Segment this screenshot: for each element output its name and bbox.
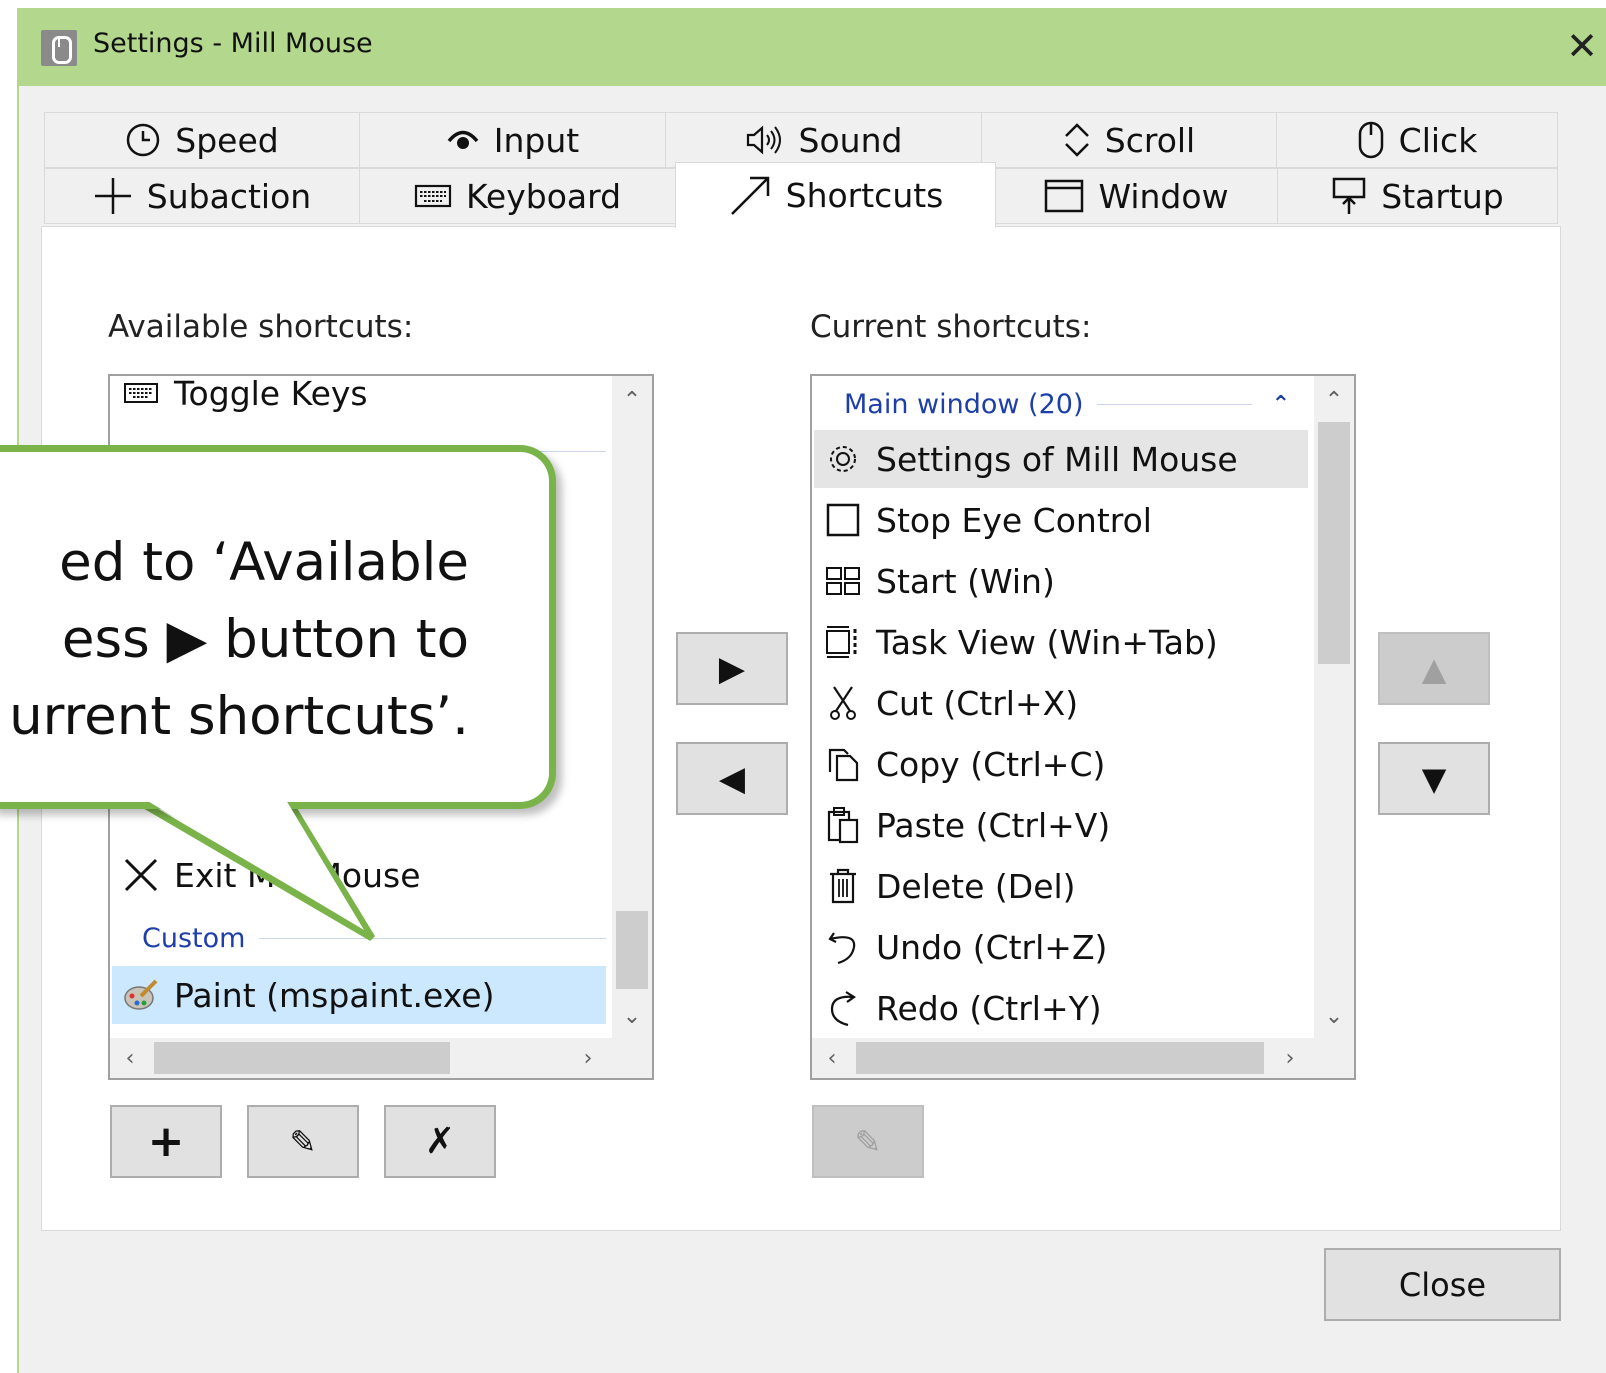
list-item[interactable]: Start (Win)	[814, 552, 1308, 610]
chevron-left-icon[interactable]: ‹	[812, 1038, 852, 1078]
tab-click[interactable]: Click	[1276, 112, 1558, 168]
move-right-button[interactable]: ▶	[676, 632, 788, 705]
tab-sound[interactable]: Sound	[665, 112, 982, 168]
list-item[interactable]: Task View (Win+Tab)	[814, 613, 1308, 671]
list-item[interactable]: Toggle Keys	[112, 376, 608, 422]
available-shortcuts-label: Available shortcuts:	[108, 309, 414, 345]
group-header-custom: Custom	[142, 918, 606, 958]
list-item[interactable]: Cut (Ctrl+X)	[814, 674, 1308, 732]
list-item[interactable]: Exit Mill Mouse	[112, 846, 608, 904]
callout-line-3: urrent shortcuts’.	[9, 686, 469, 747]
tab-sound-label: Sound	[798, 120, 903, 160]
callout-line-1: ed to ‘Available	[59, 532, 469, 593]
window-title: Settings - Mill Mouse	[93, 28, 373, 59]
add-shortcut-button[interactable]: +	[110, 1105, 222, 1178]
current-vertical-scrollbar[interactable]: ⌃ ⌄	[1314, 376, 1354, 1040]
tutorial-callout: ed to ‘Available ess ▶ button to urrent …	[0, 445, 556, 809]
start-grid-icon	[822, 566, 864, 596]
tab-scroll-label: Scroll	[1104, 120, 1196, 160]
paste-icon	[822, 806, 864, 844]
callout-line-2: ess ▶ button to	[61, 609, 469, 670]
undo-icon	[822, 929, 864, 965]
tab-speed-label: Speed	[175, 120, 279, 160]
keyboard-icon	[414, 184, 452, 208]
scroll-thumb[interactable]	[1318, 422, 1350, 664]
task-view-icon	[822, 625, 864, 659]
tab-window[interactable]: Window	[995, 168, 1278, 224]
available-vertical-scrollbar[interactable]: ⌃ ⌄	[612, 376, 652, 1040]
startup-icon	[1331, 176, 1367, 216]
keyboard-icon	[120, 382, 162, 404]
scrollbar-corner	[612, 1038, 652, 1078]
current-shortcuts-list[interactable]: Main window (20) ⌃ Settings of Mill Mous…	[810, 374, 1356, 1080]
redo-icon	[822, 989, 864, 1027]
move-down-button[interactable]: ▼	[1378, 742, 1490, 815]
list-item[interactable]: Delete (Del)	[814, 857, 1308, 915]
eye-icon	[446, 126, 480, 154]
tab-speed[interactable]: Speed	[44, 112, 360, 168]
square-icon	[822, 503, 864, 537]
window-close-icon[interactable]: ✕	[1562, 26, 1602, 66]
trash-icon	[822, 867, 864, 905]
list-item[interactable]: Redo (Ctrl+Y)	[814, 979, 1308, 1037]
move-left-button[interactable]: ◀	[676, 742, 788, 815]
chevron-left-icon[interactable]: ‹	[110, 1038, 150, 1078]
tab-click-label: Click	[1398, 120, 1478, 160]
current-shortcuts-label: Current shortcuts:	[810, 309, 1092, 345]
tab-startup[interactable]: Startup	[1277, 168, 1558, 224]
close-icon	[120, 857, 162, 893]
move-up-button[interactable]: ▲	[1378, 632, 1490, 705]
arrow-diagonal-icon	[728, 174, 772, 218]
window-icon	[1044, 179, 1084, 213]
scissors-icon	[822, 685, 864, 721]
list-item-selected[interactable]: Settings of Mill Mouse	[814, 430, 1308, 488]
collapse-chevron-icon[interactable]: ⌃	[1272, 392, 1290, 417]
copy-icon	[822, 746, 864, 782]
tab-input-label: Input	[493, 120, 580, 160]
mouse-app-icon	[41, 30, 77, 66]
tab-subaction-label: Subaction	[146, 176, 312, 216]
gear-icon	[822, 441, 864, 477]
title-bar[interactable]: Settings - Mill Mouse ✕	[19, 8, 1606, 86]
speaker-icon	[745, 124, 785, 156]
list-item[interactable]: Undo (Ctrl+Z)	[814, 918, 1308, 976]
available-horizontal-scrollbar[interactable]: ‹ ›	[110, 1038, 612, 1078]
list-item-selected[interactable]: Paint (mspaint.exe)	[112, 966, 606, 1024]
tab-shortcuts-label: Shortcuts	[785, 176, 944, 215]
tab-keyboard-label: Keyboard	[465, 176, 622, 216]
tab-subaction[interactable]: Subaction	[44, 168, 360, 224]
chevron-up-icon[interactable]: ⌃	[1314, 380, 1354, 420]
chevron-down-icon[interactable]: ⌄	[1314, 996, 1354, 1036]
plus-icon	[93, 176, 133, 216]
scroll-thumb[interactable]	[154, 1042, 450, 1074]
mouse-icon	[1357, 121, 1385, 159]
chevron-right-icon[interactable]: ›	[568, 1038, 608, 1078]
chevron-down-icon[interactable]: ⌄	[612, 996, 652, 1036]
callout-text: ed to ‘Available ess ▶ button to urrent …	[0, 524, 539, 755]
group-header-main-window[interactable]: Main window (20) ⌃	[844, 384, 1308, 424]
scroll-thumb[interactable]	[856, 1042, 1264, 1074]
tab-keyboard[interactable]: Keyboard	[359, 168, 676, 224]
chevron-right-icon[interactable]: ›	[1270, 1038, 1310, 1078]
clock-icon	[125, 122, 161, 158]
tab-window-label: Window	[1098, 176, 1229, 216]
chevron-up-icon[interactable]: ⌃	[612, 380, 652, 420]
list-item[interactable]: Stop Eye Control	[814, 491, 1308, 549]
current-horizontal-scrollbar[interactable]: ‹ ›	[812, 1038, 1314, 1078]
tab-strip: Speed Input Sound Scroll Click Subaction…	[44, 112, 1599, 232]
close-button[interactable]: Close	[1324, 1248, 1561, 1321]
scroll-arrows-icon	[1063, 122, 1091, 158]
list-item[interactable]: Copy (Ctrl+C)	[814, 735, 1308, 793]
list-item[interactable]: Paste (Ctrl+V)	[814, 796, 1308, 854]
edit-shortcut-button[interactable]: ✎	[247, 1105, 359, 1178]
edit-current-shortcut-button[interactable]: ✎	[812, 1105, 924, 1178]
tab-startup-label: Startup	[1381, 176, 1504, 216]
scroll-thumb[interactable]	[616, 911, 648, 989]
scrollbar-corner	[1314, 1038, 1354, 1078]
tab-shortcuts[interactable]: Shortcuts	[675, 162, 996, 228]
tab-input[interactable]: Input	[359, 112, 666, 168]
paint-icon	[120, 978, 162, 1012]
delete-shortcut-button[interactable]: ✗	[384, 1105, 496, 1178]
tab-scroll[interactable]: Scroll	[981, 112, 1277, 168]
